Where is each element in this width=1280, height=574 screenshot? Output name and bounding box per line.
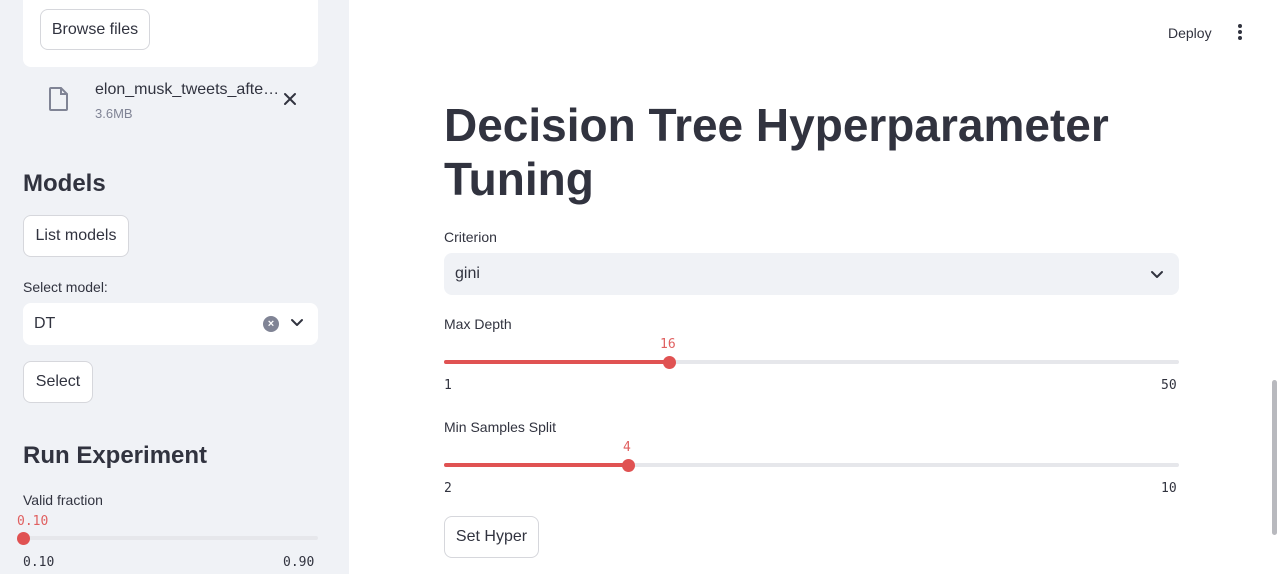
min-samples-split-min: 2 — [444, 481, 452, 496]
deploy-button[interactable]: Deploy — [1168, 25, 1212, 41]
valid-fraction-thumb[interactable] — [17, 532, 30, 545]
models-heading: Models — [23, 170, 106, 197]
max-depth-fill — [444, 360, 669, 364]
min-samples-split-label: Min Samples Split — [444, 419, 557, 435]
scrollbar[interactable] — [1272, 380, 1277, 535]
close-icon[interactable] — [281, 90, 299, 108]
min-samples-split-slider[interactable] — [444, 459, 1179, 472]
valid-fraction-max: 0.90 — [283, 555, 315, 570]
max-depth-slider[interactable] — [444, 356, 1179, 369]
min-samples-split-value: 4 — [623, 440, 631, 455]
set-hyper-button[interactable]: Set Hyper — [444, 516, 539, 558]
criterion-label: Criterion — [444, 229, 497, 245]
select-model-label: Select model: — [23, 279, 108, 295]
select-model-value: DT — [34, 315, 56, 332]
criterion-value: gini — [455, 265, 480, 282]
valid-fraction-slider[interactable] — [17, 532, 318, 545]
max-depth-max: 50 — [1161, 378, 1177, 393]
file-name: elon_musk_tweets_afte… — [95, 81, 280, 98]
max-depth-thumb[interactable] — [663, 356, 676, 369]
valid-fraction-value: 0.10 — [17, 514, 49, 529]
file-icon — [49, 87, 68, 111]
max-depth-label: Max Depth — [444, 316, 512, 332]
kebab-menu-icon[interactable] — [1233, 24, 1247, 44]
criterion-dropdown[interactable]: gini — [444, 253, 1179, 295]
file-size: 3.6MB — [95, 106, 133, 121]
min-samples-split-max: 10 — [1161, 481, 1177, 496]
sidebar: Browse files elon_musk_tweets_afte… 3.6M… — [0, 0, 349, 574]
clear-icon[interactable]: × — [263, 316, 279, 332]
run-experiment-heading: Run Experiment — [23, 442, 208, 469]
browse-files-button[interactable]: Browse files — [40, 9, 150, 50]
list-models-button[interactable]: List models — [23, 215, 129, 257]
select-model-dropdown[interactable]: DT × — [23, 303, 318, 345]
select-button[interactable]: Select — [23, 361, 93, 403]
valid-fraction-min: 0.10 — [23, 555, 55, 570]
page-title: Decision Tree Hyperparameter Tuning — [444, 99, 1109, 205]
min-samples-split-thumb[interactable] — [622, 459, 635, 472]
chevron-down-icon[interactable] — [1148, 265, 1166, 283]
valid-fraction-label: Valid fraction — [23, 492, 103, 508]
max-depth-min: 1 — [444, 378, 452, 393]
max-depth-value: 16 — [660, 337, 676, 352]
chevron-down-icon[interactable] — [288, 313, 306, 331]
min-samples-split-fill — [444, 463, 628, 467]
uploaded-file: elon_musk_tweets_afte… 3.6MB — [23, 78, 318, 126]
